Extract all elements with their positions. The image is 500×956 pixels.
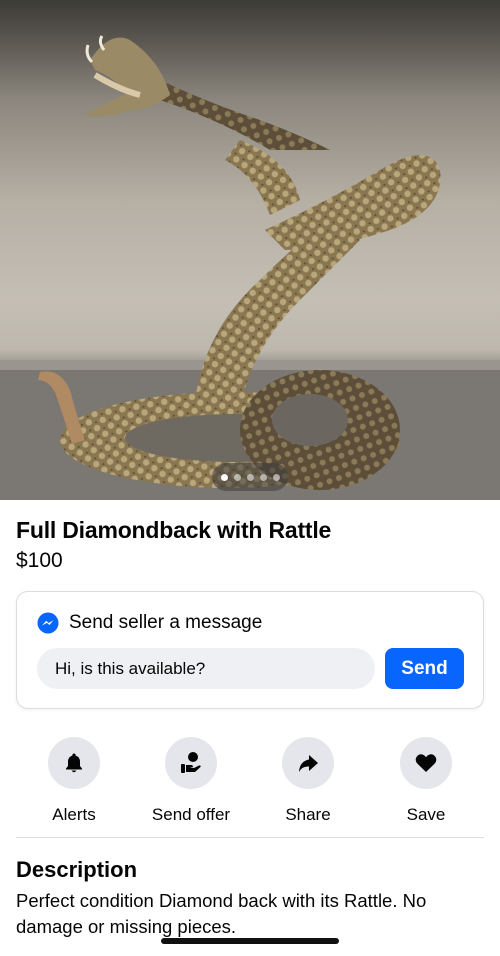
offer-hand-icon xyxy=(181,752,201,773)
save-icon-circle[interactable] xyxy=(400,737,452,789)
messenger-icon xyxy=(37,612,59,634)
carousel-dot xyxy=(259,473,267,481)
listing-price: $100 xyxy=(16,549,63,572)
alerts-button[interactable]: Alerts xyxy=(14,737,134,825)
heart-icon xyxy=(415,754,437,772)
listing-title: Full Diamondback with Rattle xyxy=(16,517,332,543)
message-seller-header: Send seller a message xyxy=(37,612,262,634)
alerts-label: Alerts xyxy=(52,805,96,824)
message-seller-card: Send seller a message Send xyxy=(16,591,484,709)
carousel-dot-active xyxy=(220,473,228,481)
save-label: Save xyxy=(406,805,446,824)
carousel-dot xyxy=(233,473,241,481)
listing-actions: Alerts Send offer Share Save xyxy=(0,737,500,827)
alerts-icon-circle[interactable] xyxy=(48,737,100,789)
carousel-indicator[interactable] xyxy=(212,463,288,491)
description-heading: Description xyxy=(16,857,138,882)
home-indicator[interactable] xyxy=(161,938,339,944)
share-icon-circle[interactable] xyxy=(282,737,334,789)
carousel-dot xyxy=(272,473,280,481)
message-seller-heading: Send seller a message xyxy=(69,612,263,633)
send-button[interactable]: Send xyxy=(385,648,464,689)
message-input[interactable] xyxy=(37,648,375,689)
listing-photo[interactable] xyxy=(0,0,500,500)
bell-icon xyxy=(66,753,82,773)
share-arrow-icon xyxy=(299,755,318,772)
section-divider xyxy=(16,837,484,838)
send-offer-icon-circle[interactable] xyxy=(165,737,217,789)
description-body: Perfect condition Diamond back with its … xyxy=(16,890,427,937)
save-button[interactable]: Save xyxy=(366,737,486,825)
carousel-dot xyxy=(246,473,254,481)
send-offer-label: Send offer xyxy=(151,805,231,824)
rattlesnake-photo xyxy=(0,35,500,500)
share-label: Share xyxy=(285,805,331,824)
share-button[interactable]: Share xyxy=(248,737,368,825)
send-offer-button[interactable]: Send offer xyxy=(131,737,251,825)
